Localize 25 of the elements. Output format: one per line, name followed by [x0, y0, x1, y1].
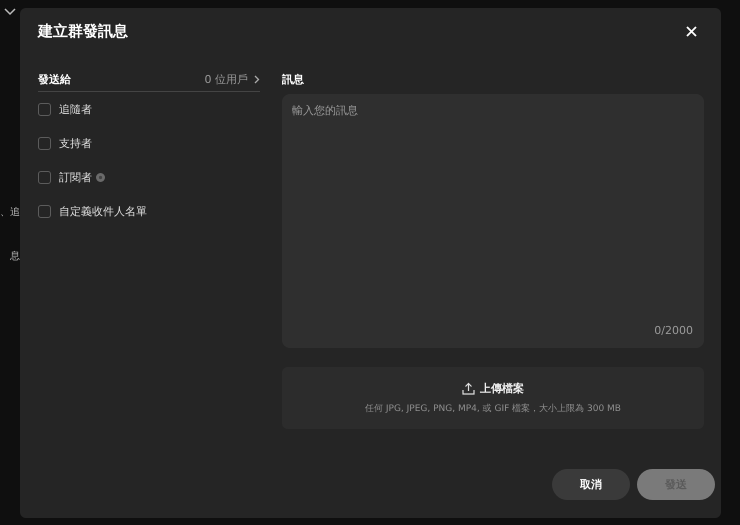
upload-icon: [462, 382, 475, 395]
section-label: 訊息: [282, 72, 304, 87]
character-counter: 0/2000: [654, 324, 693, 337]
help-icon[interactable]: [96, 172, 105, 182]
checkbox-label: 自定義收件人名單: [59, 204, 147, 218]
checkbox[interactable]: [38, 102, 51, 116]
chevron-icon: [254, 75, 260, 84]
message-field[interactable]: 輸入您的訊息 0/2000: [282, 94, 704, 348]
checkbox[interactable]: [38, 204, 51, 218]
section-label: 發送給: [38, 72, 71, 87]
checkbox[interactable]: [38, 136, 51, 150]
background-text: 息: [10, 250, 20, 263]
checkbox-label: 追隨者: [59, 102, 92, 116]
chevron-icon[interactable]: [4, 8, 16, 16]
recipient-count-link[interactable]: 0 位用戶: [204, 72, 260, 87]
background-text: 、追: [0, 206, 20, 219]
upload-area[interactable]: 上傳檔案 任何 JPG, JPEG, PNG, MP4, 或 GIF 檔案，大小上限為 300 MB: [282, 367, 704, 429]
dialog-title: 建立群發訊息: [38, 22, 128, 40]
checkbox[interactable]: [38, 170, 51, 184]
close-button[interactable]: [686, 26, 697, 36]
upload-hint: 任何 JPG, JPEG, PNG, MP4, 或 GIF 檔案，大小上限為 300 MB: [365, 402, 621, 415]
upload-label: 上傳檔案: [480, 381, 524, 396]
cancel-button[interactable]: 取消: [552, 469, 630, 500]
checkbox-label: 支持者: [59, 136, 92, 150]
checkbox-label: 訂閱者: [59, 170, 92, 184]
